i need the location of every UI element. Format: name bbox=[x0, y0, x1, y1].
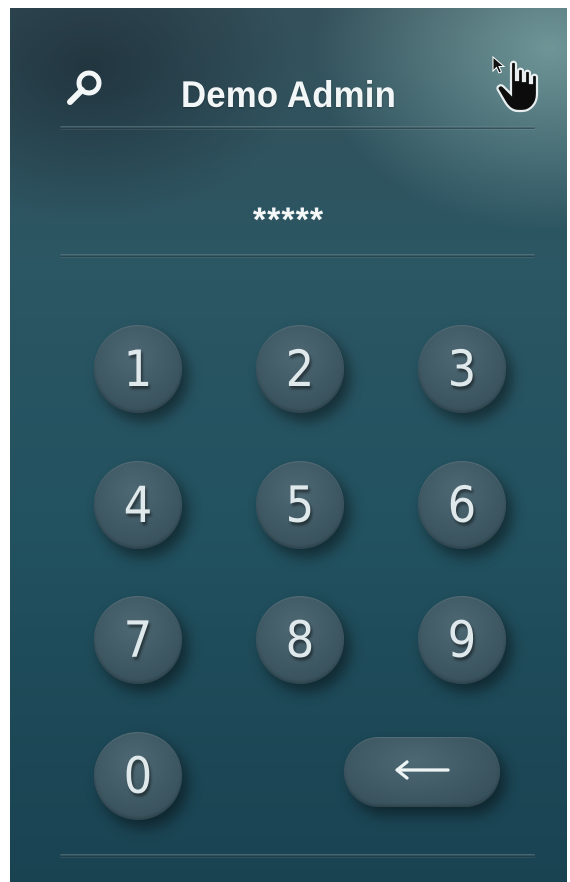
key-label: 1 bbox=[123, 340, 153, 398]
key-5[interactable]: 5 bbox=[256, 461, 344, 549]
key-label: 2 bbox=[285, 340, 315, 398]
key-8[interactable]: 8 bbox=[256, 596, 344, 684]
key-7[interactable]: 7 bbox=[94, 596, 182, 684]
bottom-divider bbox=[60, 854, 535, 857]
key-0[interactable]: 0 bbox=[94, 732, 182, 820]
hand-pointer-cursor-icon[interactable] bbox=[490, 54, 548, 116]
key-9[interactable]: 9 bbox=[418, 596, 506, 684]
key-label: 7 bbox=[123, 611, 153, 669]
pin-login-screen: Demo Admin ***** 1 2 3 4 5 6 7 8 9 0 bbox=[10, 8, 567, 882]
key-label: 5 bbox=[285, 476, 315, 534]
key-6[interactable]: 6 bbox=[418, 461, 506, 549]
key-label: 3 bbox=[447, 340, 477, 398]
key-label: 9 bbox=[447, 611, 477, 669]
key-4[interactable]: 4 bbox=[94, 461, 182, 549]
key-label: 0 bbox=[123, 747, 153, 805]
page-title: Demo Admin bbox=[180, 74, 397, 115]
key-3[interactable]: 3 bbox=[418, 325, 506, 413]
arrow-left-icon bbox=[392, 759, 452, 785]
pin-divider bbox=[60, 254, 535, 257]
key-label: 4 bbox=[123, 476, 153, 534]
key-2[interactable]: 2 bbox=[256, 325, 344, 413]
key-1[interactable]: 1 bbox=[94, 325, 182, 413]
header-divider bbox=[60, 126, 535, 129]
key-label: 6 bbox=[447, 476, 477, 534]
pin-display: ***** bbox=[252, 201, 325, 239]
backspace-button[interactable] bbox=[344, 737, 500, 807]
key-label: 8 bbox=[285, 611, 315, 669]
